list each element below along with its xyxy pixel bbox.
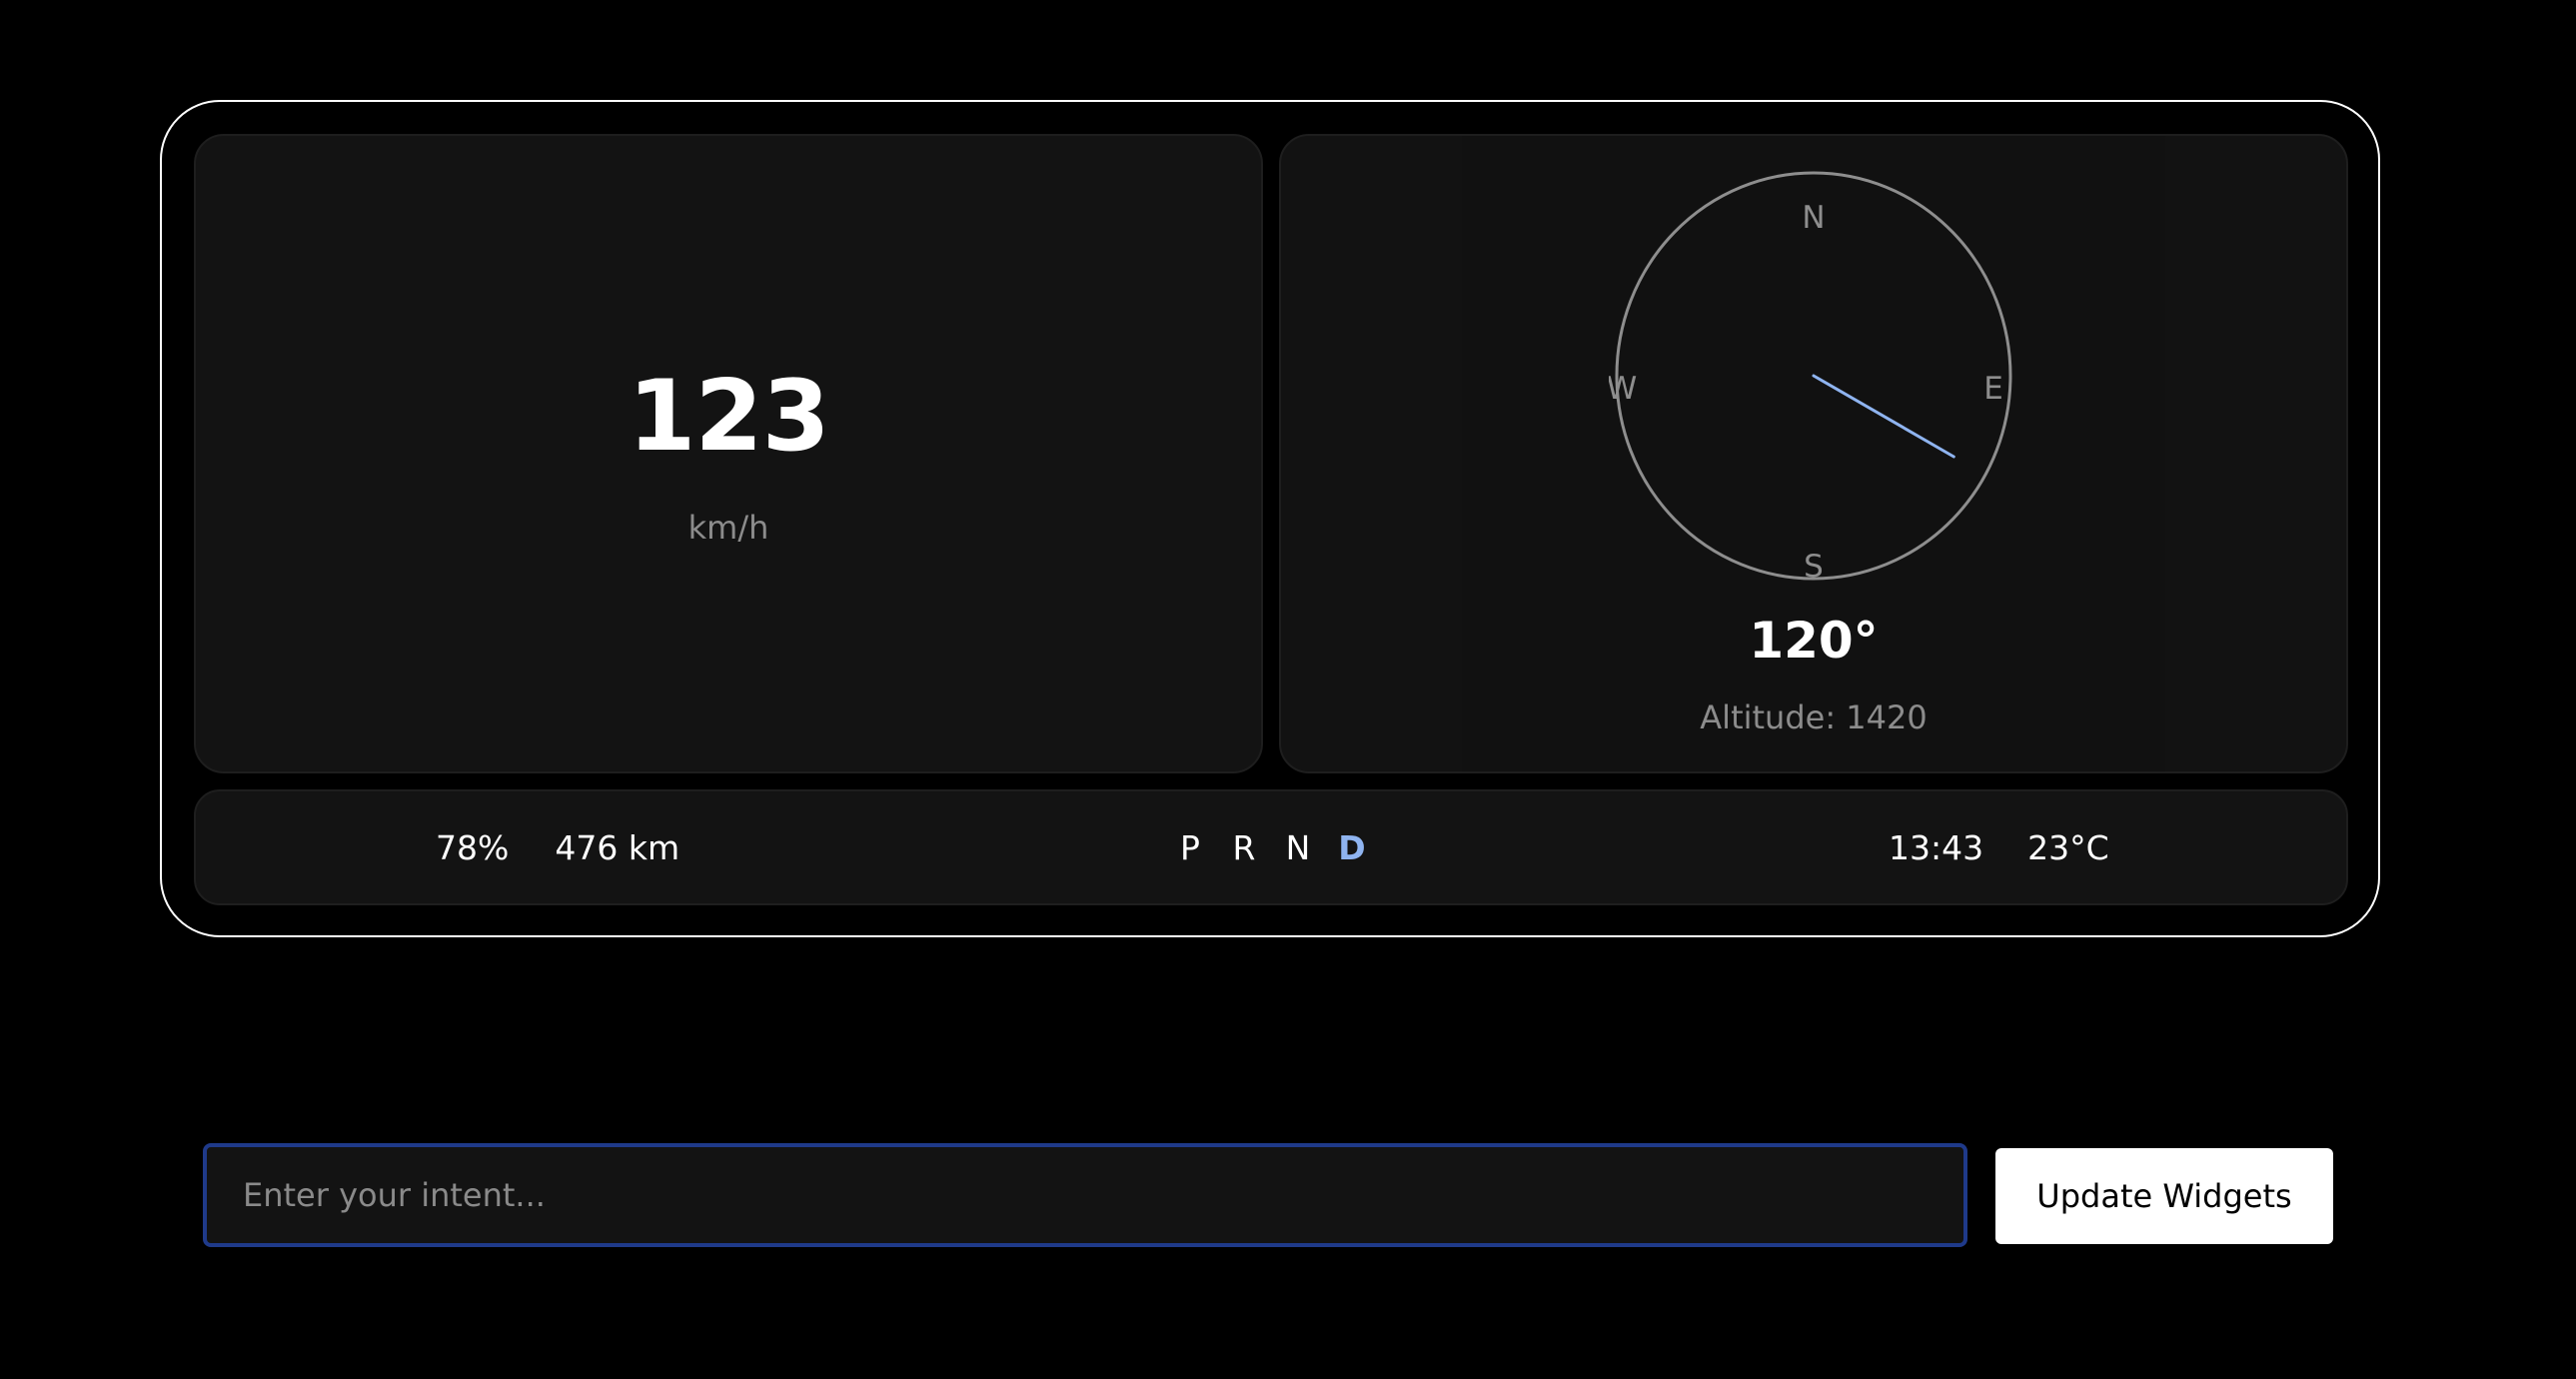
compass-label-s: S [1804,549,1824,585]
altitude-readout: Altitude: 1420 [1700,698,1928,736]
speed-widget: 123 km/h [194,134,1263,773]
heading-value: 120° [1749,612,1879,670]
speed-unit: km/h [687,509,769,547]
speed-value: 123 [628,360,830,474]
range-remaining: 476 km [555,827,680,867]
gear-r[interactable]: R [1217,828,1271,867]
compass-label-e: E [1983,371,2003,407]
compass-label-n: N [1802,200,1825,236]
gear-d[interactable]: D [1325,828,1379,867]
battery-level: 78% [436,827,510,867]
gear-p[interactable]: P [1163,828,1217,867]
outside-temperature: 23°C [2027,827,2109,867]
status-bar: 78% 476 km P R N D 13:43 23°C [194,789,2348,905]
environment-status: 13:43 23°C [1889,791,2109,903]
gear-n[interactable]: N [1271,828,1325,867]
intent-input[interactable] [203,1143,1967,1247]
dashboard-frame: 123 km/h N E S W 120° Altitude: 1420 78%… [160,100,2380,937]
compass-label-w: W [1609,371,1637,407]
compass-dial: N E S W [1609,171,2012,585]
clock-time: 13:43 [1889,827,1984,867]
gear-selector: P R N D [1163,791,1379,903]
update-widgets-button[interactable]: Update Widgets [1995,1148,2333,1244]
compass-widget: N E S W 120° Altitude: 1420 [1279,134,2348,773]
compass-needle [1812,374,1955,459]
energy-status: 78% 476 km [436,791,679,903]
